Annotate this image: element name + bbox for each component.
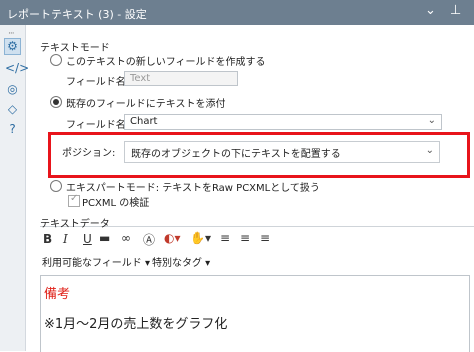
radio-existing-field-label: 既存のフィールドにテキストを添付 (66, 99, 226, 110)
radio-expert-mode[interactable] (50, 180, 62, 192)
radio-existing-field[interactable] (50, 96, 62, 108)
tag-icon[interactable]: ◇ (5, 102, 20, 117)
text-mode-heading: テキストモード (40, 43, 110, 54)
font-icon[interactable]: Ⓐ (143, 231, 155, 248)
target-icon[interactable]: ◎ (5, 82, 20, 97)
position-label: ポジション: (62, 148, 116, 159)
side-rail: ··· ⚙ </> ◎ ◇ ? (0, 25, 29, 351)
config-content: テキストモード このテキストの新しいフィールドを作成する フィールド名: Tex… (26, 25, 474, 352)
check-icon: ✓ (70, 193, 79, 204)
text-editor[interactable]: 備考 ※1月～2月の売上数をグラフ化 (40, 275, 470, 352)
chevron-down-icon[interactable]: ⌄ (425, 3, 436, 18)
align-center-icon[interactable]: ≡ (240, 231, 250, 245)
existing-field-label: フィールド名: (66, 120, 130, 131)
radio-new-field[interactable] (50, 54, 62, 66)
position-value: 既存のオブジェクトの下にテキストを配置する (131, 149, 341, 160)
configuration-gear-icon[interactable]: ⚙ (4, 38, 21, 55)
align-left-icon[interactable]: ≡ (220, 231, 230, 245)
radio-new-field-label: このテキストの新しいフィールドを作成する (66, 57, 266, 68)
italic-icon[interactable]: I (63, 232, 68, 246)
field-name-input[interactable]: Text (124, 71, 238, 86)
chevron-down-icon: ⌄ (425, 145, 434, 156)
radio-expert-mode-label: エキスパートモード: テキストをRaw PCXMLとして扱う (66, 183, 320, 194)
existing-field-value: Chart (130, 116, 158, 127)
align-right-icon[interactable]: ≡ (260, 231, 270, 245)
underline-icon[interactable]: U (83, 232, 92, 246)
editor-line-2: ※1月～2月の売上数をグラフ化 (44, 317, 228, 332)
help-icon[interactable]: ? (5, 122, 20, 137)
title-bar: レポートテキスト (3) - 設定 ⌄ ⊥ (0, 0, 474, 25)
pin-icon[interactable]: ⊥ (450, 3, 461, 18)
field-name-label: フィールド名: (66, 77, 130, 88)
more-dots-icon: ··· (8, 29, 15, 39)
code-brackets-icon[interactable]: </> (5, 61, 29, 76)
position-select[interactable]: 既存のオブジェクトの下にテキストを配置する ⌄ (124, 141, 440, 163)
chevron-down-icon: ⌄ (427, 115, 436, 126)
special-tags-menu[interactable]: 特別なタグ ▾ (152, 254, 210, 269)
bold-icon[interactable]: B (43, 232, 52, 246)
link-icon[interactable]: ∞ (121, 231, 131, 245)
existing-field-select[interactable]: Chart ⌄ (124, 114, 442, 130)
editor-line-1: 備考 (44, 287, 71, 302)
image-icon[interactable]: ▬ (99, 231, 110, 245)
text-data-heading: テキストデータ (40, 219, 110, 230)
hand-icon[interactable]: ✋▾ (190, 231, 211, 245)
window-title: レポートテキスト (3) - 設定 (7, 8, 147, 21)
pcxml-validate-checkbox[interactable]: ✓ (68, 193, 80, 207)
pcxml-validate-label: PCXML の検証 (82, 198, 150, 209)
color-palette-icon[interactable]: ◐▾ (164, 231, 181, 245)
available-fields-menu[interactable]: 利用可能なフィールド ▾ (42, 254, 150, 269)
